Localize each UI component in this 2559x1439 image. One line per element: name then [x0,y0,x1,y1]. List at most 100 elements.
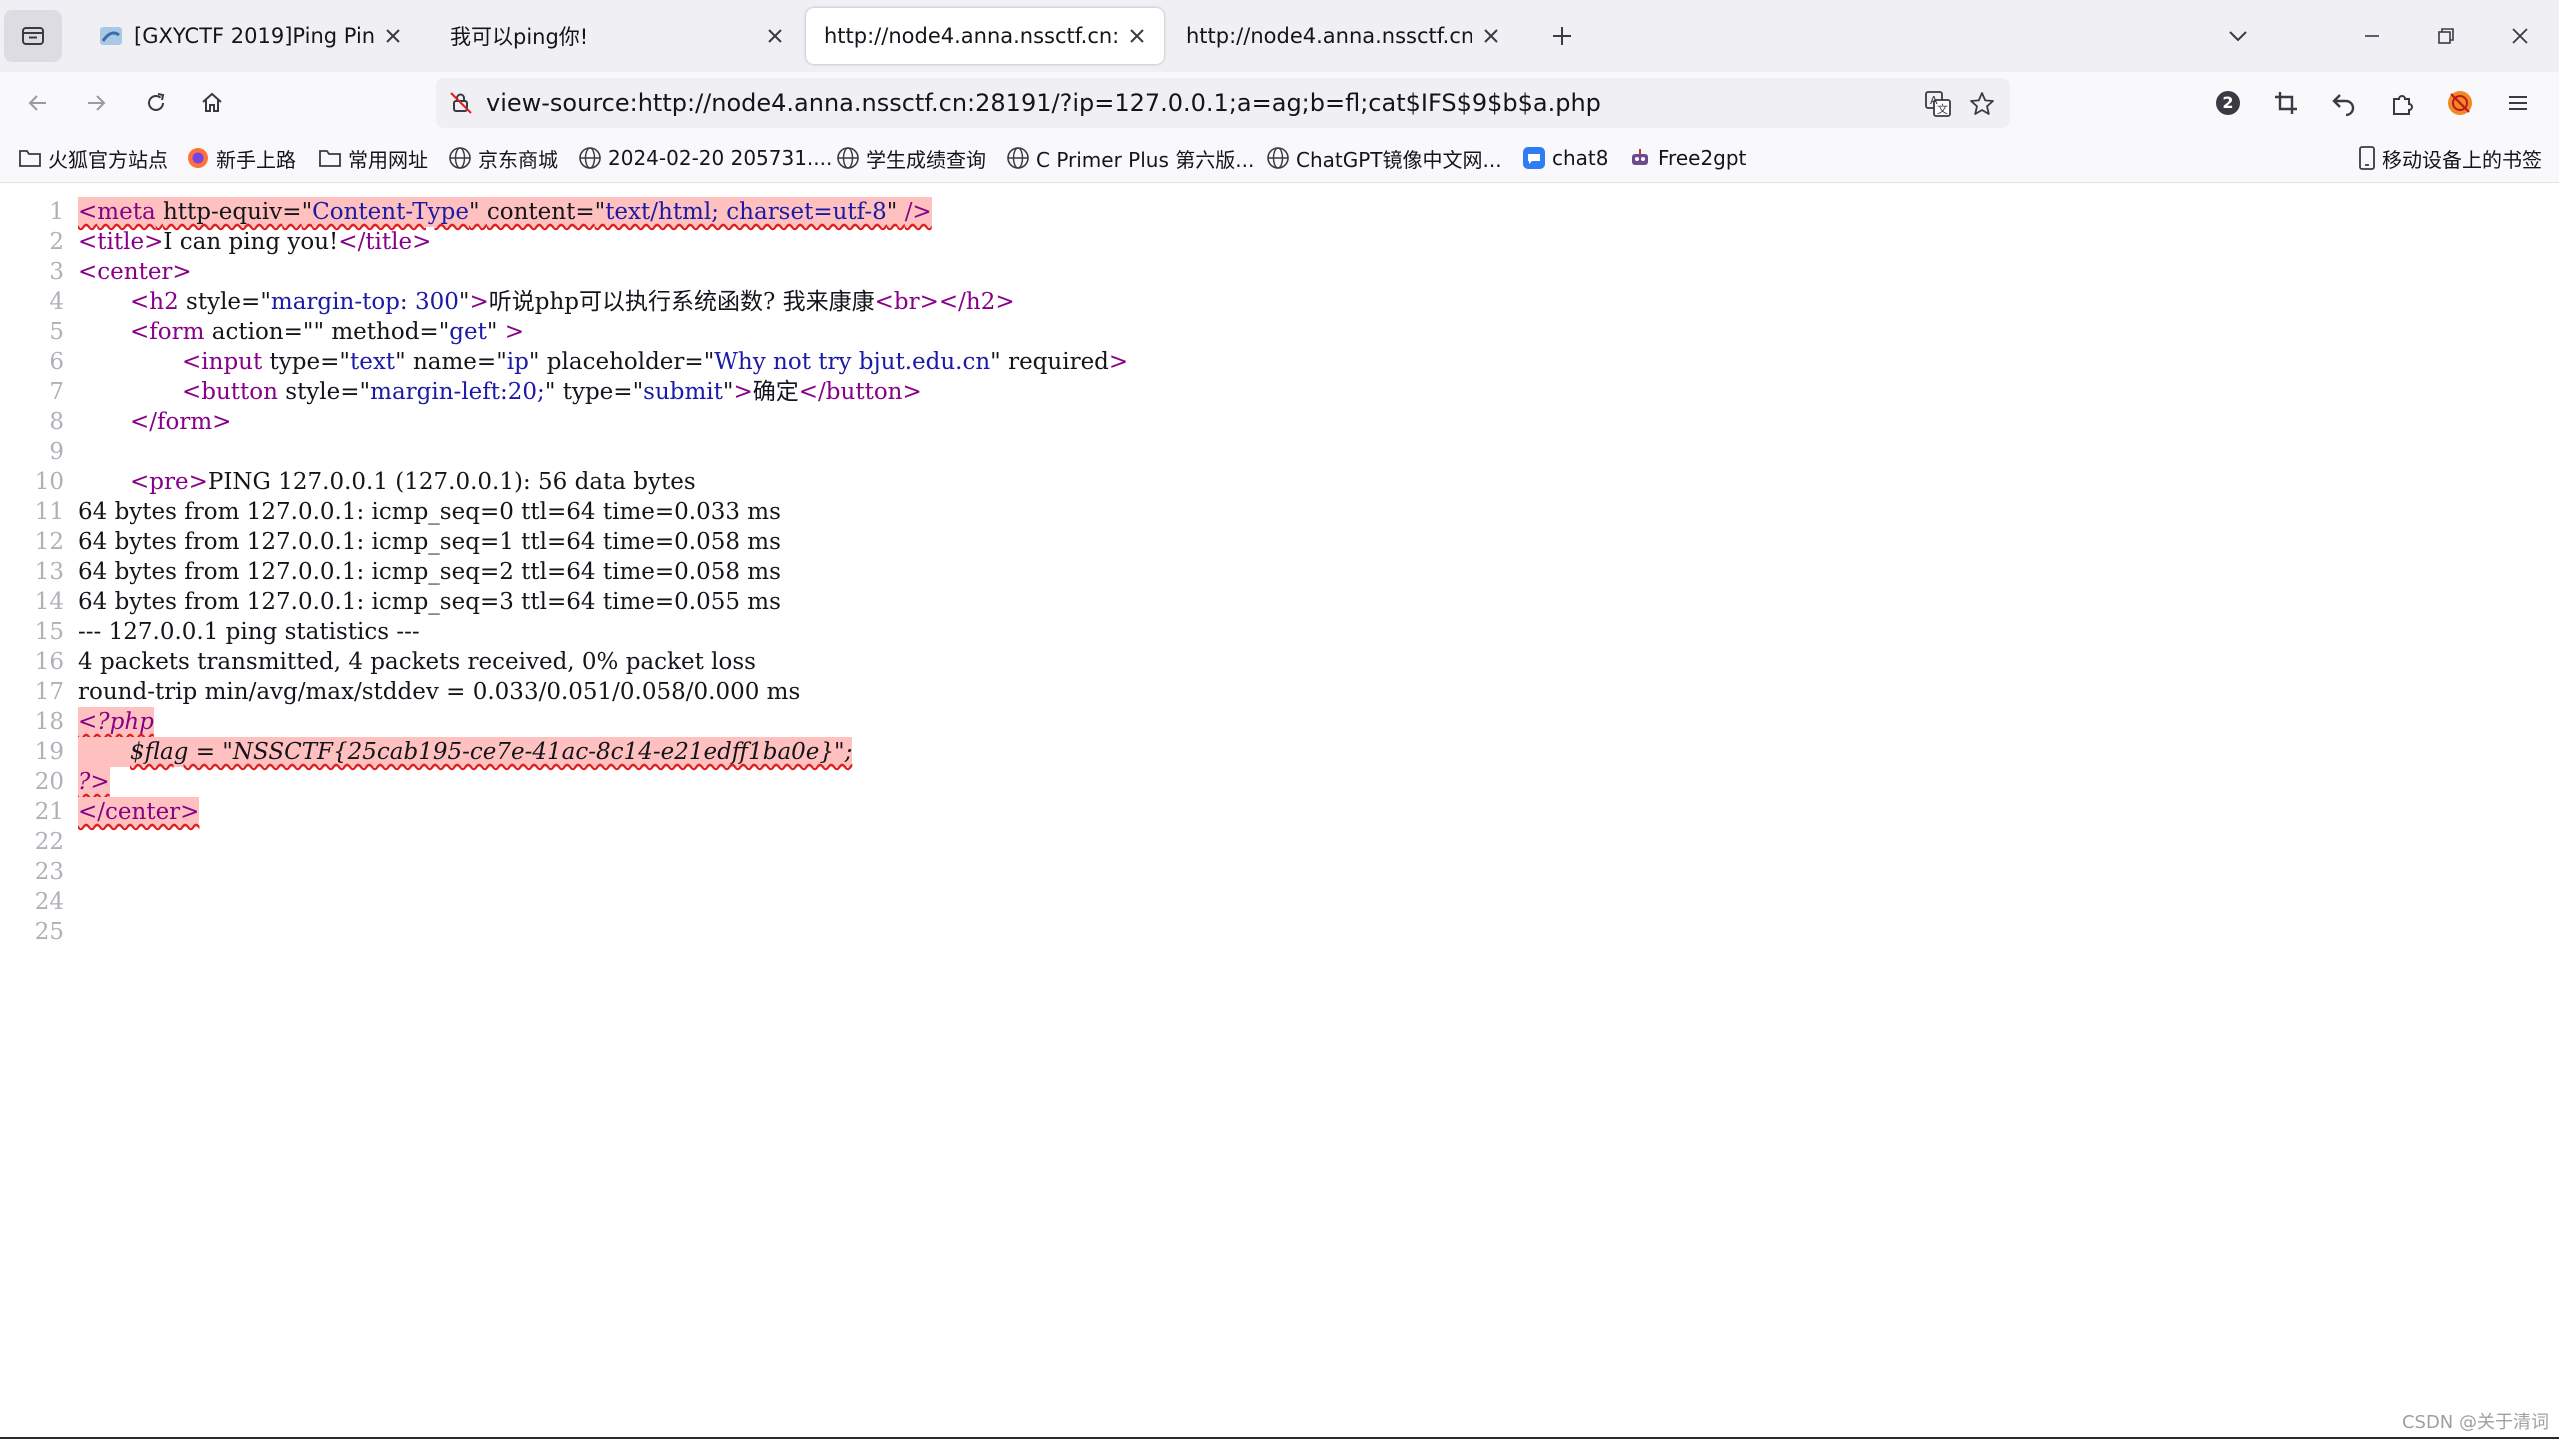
meta-line: <meta http-equiv="Content-Type" content=… [78,197,932,227]
line-number: 4 [49,289,64,315]
mobile-bookmarks[interactable]: 移动设备上的书签 [2358,134,2542,182]
ping-reply: 64 bytes from 127.0.0.1: icmp_seq=0 ttl=… [78,499,781,525]
source-line-2: 2 <title>I can ping you!</title> [0,227,2559,257]
line-number: 3 [49,259,64,285]
extensions-button[interactable] [2380,81,2424,125]
firefox-view-button[interactable] [4,10,62,62]
bookmark-item[interactable]: ChatGPT镜像中文网... [1266,134,1502,182]
source-line-23: 23 [0,857,2559,887]
bookmark-item[interactable]: C Primer Plus 第六版... [1006,134,1254,182]
h2-line: <h2 style="margin-top: 300">听说php可以执行系统函… [130,289,1015,315]
bookmark-label: 新手上路 [216,147,296,172]
translate-button[interactable]: A 文 [1918,84,1958,124]
attr-value: Why not try bjut.edu.cn [714,349,991,375]
center-close-tag: </center> [78,797,200,827]
bookmark-item[interactable]: 新手上路 [186,134,296,182]
tab-title: http://node4.anna.nssctf.cn:28191 [1186,24,1472,48]
view-source-content: 1 <meta http-equiv="Content-Type" content… [0,183,2559,1433]
firefox-view-icon [22,27,44,45]
source-line-18: 18 <?php [0,707,2559,737]
bookmark-label: Free2gpt [1658,146,1747,170]
bookmark-item[interactable]: Free2gpt [1628,134,1746,182]
restore-button[interactable] [2422,14,2470,58]
attr-value: margin-top: 300 [270,289,459,315]
bookmark-item[interactable]: 2024-02-20 205731.... [578,134,832,182]
globe-icon [1266,146,1290,170]
source-line-21: 21 </center> [0,797,2559,827]
firefox-icon [186,146,210,170]
attr-name: http-equiv [162,199,283,225]
undo-icon [2332,94,2355,116]
line-number: 6 [49,349,64,375]
close-icon[interactable] [1124,23,1150,49]
line-number: 16 [34,649,64,675]
tab-view-source-active[interactable]: http://node4.anna.nssctf.cn:28191 [806,8,1164,64]
bookmark-label: 常用网址 [348,147,428,172]
bookmark-item[interactable]: chat8 [1522,134,1609,182]
back-button[interactable] [16,81,60,125]
title-line: <title>I can ping you!</title> [78,229,432,255]
chevron-down-icon [2229,31,2247,42]
close-window-button[interactable] [2496,14,2544,58]
url-text[interactable]: view-source:http://node4.anna.nssctf.cn:… [486,78,1601,128]
bookmark-star-button[interactable] [1962,84,2002,124]
line-number: 15 [34,619,64,645]
screenshot-button[interactable] [2264,81,2308,125]
form-close-line: </form> [130,409,232,435]
source-line-24: 24 [0,887,2559,917]
globe-icon [578,146,602,170]
reload-icon [148,93,165,111]
source-line-1: 1 <meta http-equiv="Content-Type" content… [0,197,2559,227]
line-number: 9 [49,439,64,465]
tab-ping-page[interactable]: 我可以ping你! [432,8,802,64]
home-button[interactable] [190,81,234,125]
reload-button[interactable] [134,81,178,125]
hamburger-menu-icon [2509,96,2527,110]
tab-gxyctf[interactable]: [GXYCTF 2019]Ping Ping Ping [80,8,420,64]
arrow-right-icon [88,95,106,111]
source-line-16: 16 4 packets transmitted, 4 packets recei… [0,647,2559,677]
bookmark-item[interactable]: 京东商城 [448,134,558,182]
bookmark-item[interactable]: 常用网址 [318,134,428,182]
menu-button[interactable] [2496,81,2540,125]
tab-title: http://node4.anna.nssctf.cn:28191 [824,24,1118,48]
extension-badge-button[interactable]: 2 [2206,81,2250,125]
close-icon[interactable] [762,23,788,49]
line-number: 14 [34,589,64,615]
attr-name: content [486,199,576,225]
undo-close-button[interactable] [2322,81,2366,125]
bookmark-item[interactable]: 火狐官方站点 [18,134,168,182]
close-icon [2512,28,2528,44]
restore-icon [2438,28,2454,44]
line-number: 7 [49,379,64,405]
site-information-icon[interactable] [448,90,474,120]
line-number: 24 [34,889,64,915]
close-icon[interactable] [1478,23,1504,49]
bookmark-label: 移动设备上的书签 [2382,147,2542,172]
source-line-8: 8 </form> [0,407,2559,437]
source-line-22: 22 [0,827,2559,857]
attr-value: ip [506,349,529,375]
source-line-9: 9 [0,437,2559,467]
robot-icon [1628,146,1652,170]
account-button[interactable] [2438,81,2482,125]
url-bar[interactable]: view-source:http://node4.anna.nssctf.cn:… [436,78,2010,128]
line-number: 22 [34,829,64,855]
source-line-10: 10 <pre>PING 127.0.0.1 (127.0.0.1): 56 da… [0,467,2559,497]
globe-icon [448,146,472,170]
h2-text: 听说php可以执行系统函数? 我来康康 [488,289,875,315]
list-all-tabs-button[interactable] [2214,14,2262,58]
attr-value: margin-left:20; [370,379,545,405]
forward-button[interactable] [74,81,118,125]
tab-node4[interactable]: http://node4.anna.nssctf.cn:28191 [1168,8,1518,64]
bookmark-label: 学生成绩查询 [866,147,986,172]
bookmark-item[interactable]: 学生成绩查询 [836,134,986,182]
watermark: CSDN @关于清词 [2401,1412,2549,1433]
ping-header: PING 127.0.0.1 (127.0.0.1): 56 data byte… [207,469,696,495]
new-tab-button[interactable] [1538,14,1586,58]
bookmark-label: 京东商城 [478,147,558,172]
minimize-button[interactable] [2348,14,2396,58]
close-icon[interactable] [380,23,406,49]
ping-stats-rtt: round-trip min/avg/max/stddev = 0.033/0.… [78,679,801,705]
arrow-left-icon [28,95,46,111]
